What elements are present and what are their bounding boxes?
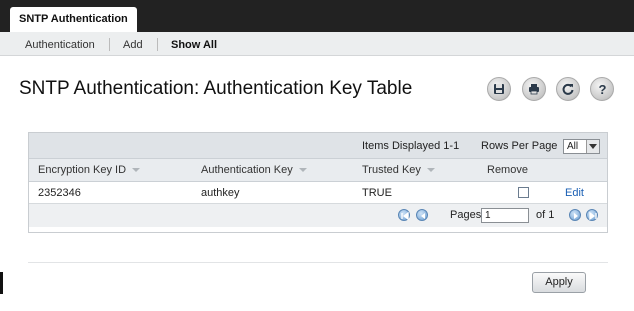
- page-count: of 1: [536, 209, 555, 221]
- first-page-icon[interactable]: [398, 209, 410, 221]
- cell-authentication-key: authkey: [201, 187, 240, 199]
- column-header-encryption-key-id[interactable]: Encryption Key ID: [38, 164, 141, 176]
- refresh-icon[interactable]: [556, 77, 580, 101]
- svg-text:?: ?: [599, 82, 607, 96]
- tab-sntp-authentication[interactable]: SNTP Authentication: [10, 7, 137, 32]
- last-page-icon[interactable]: [586, 209, 598, 221]
- cell-encryption-key-id: 2352346: [38, 187, 81, 199]
- column-header-label: Encryption Key ID: [38, 164, 127, 176]
- apply-button[interactable]: Apply: [532, 272, 586, 293]
- subnav-show-all[interactable]: Show All: [171, 39, 217, 51]
- chevron-down-icon[interactable]: [586, 140, 599, 153]
- help-icon[interactable]: ?: [590, 77, 614, 101]
- next-page-icon[interactable]: [569, 209, 581, 221]
- column-header-trusted-key[interactable]: Trusted Key: [362, 164, 435, 176]
- sub-navigation: Authentication Add Show All: [0, 32, 634, 56]
- rows-per-page-select[interactable]: All: [563, 139, 600, 154]
- sort-arrow-icon[interactable]: [298, 168, 307, 173]
- table-row: 2352346 authkey TRUE Edit: [29, 182, 607, 204]
- table-info-bar: Items Displayed 1-1 Rows Per Page All: [29, 133, 607, 159]
- footer-divider: [28, 262, 608, 263]
- pages-label: Pages: [450, 209, 482, 221]
- column-header-remove: Remove: [487, 164, 528, 176]
- previous-page-icon[interactable]: [416, 209, 428, 221]
- column-header-label: Trusted Key: [362, 164, 421, 176]
- authentication-key-table: Items Displayed 1-1 Rows Per Page All En…: [28, 132, 608, 233]
- column-header-authentication-key[interactable]: Authentication Key: [201, 164, 307, 176]
- sort-arrow-icon[interactable]: [132, 168, 141, 173]
- edit-link[interactable]: Edit: [565, 187, 584, 199]
- column-header-label: Authentication Key: [201, 164, 293, 176]
- top-tab-bar: SNTP Authentication: [0, 0, 634, 32]
- pagination-bar: Pages 1 of 1: [29, 204, 607, 227]
- subnav-separator: [157, 38, 158, 51]
- subnav-authentication[interactable]: Authentication: [25, 39, 95, 51]
- table-header-row: Encryption Key ID Authentication Key Tru…: [29, 159, 607, 182]
- items-displayed: Items Displayed 1-1: [362, 140, 460, 152]
- cell-trusted-key: TRUE: [362, 187, 392, 199]
- remove-checkbox[interactable]: [518, 187, 529, 198]
- side-edge-marker: [0, 272, 3, 294]
- print-icon[interactable]: [522, 77, 546, 101]
- save-icon[interactable]: [487, 77, 511, 101]
- rows-per-page-label: Rows Per Page: [481, 140, 558, 152]
- subnav-separator: [109, 38, 110, 51]
- subnav-add[interactable]: Add: [123, 39, 143, 51]
- rows-per-page-value: All: [567, 141, 579, 152]
- page-number-input[interactable]: 1: [481, 208, 529, 223]
- page-title: SNTP Authentication: Authentication Key …: [19, 78, 413, 99]
- sort-arrow-icon[interactable]: [426, 168, 435, 173]
